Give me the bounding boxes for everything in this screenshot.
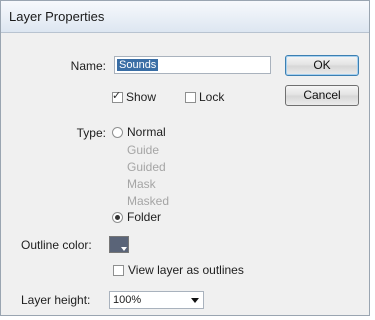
radio-normal[interactable] — [112, 127, 123, 138]
type-label: Type: — [76, 126, 106, 140]
lock-checkbox[interactable] — [185, 92, 196, 103]
chevron-down-icon — [191, 298, 199, 303]
type-option-mask: Mask — [127, 177, 156, 191]
dropdown-arrow-icon — [121, 247, 127, 251]
show-checkbox[interactable]: ✓ — [112, 90, 123, 103]
checkmark-icon: ✓ — [112, 90, 122, 102]
layer-height-value: 100% — [113, 294, 142, 306]
type-option-masked: Masked — [127, 194, 170, 208]
type-option-folder: Folder — [127, 210, 162, 224]
outline-color-swatch[interactable] — [109, 236, 129, 253]
layer-height-label: Layer height: — [21, 293, 91, 307]
outline-color-label: Outline color: — [21, 238, 92, 252]
dialog-title: Layer Properties — [9, 9, 105, 24]
lock-label: Lock — [199, 90, 225, 104]
view-outlines-checkbox[interactable] — [113, 265, 124, 276]
name-value: Sounds — [117, 59, 159, 71]
title-bar: Layer Properties — [1, 1, 369, 33]
type-option-normal: Normal — [127, 125, 166, 139]
layer-height-select[interactable]: 100% — [109, 291, 204, 309]
type-option-guided: Guided — [127, 160, 166, 174]
radio-selected-dot — [115, 215, 120, 220]
cancel-button[interactable]: Cancel — [285, 85, 359, 106]
layer-properties-dialog: Layer Properties Name: Sounds OK Cancel … — [0, 0, 370, 316]
view-outlines-label: View layer as outlines — [128, 263, 244, 277]
type-option-guide: Guide — [127, 143, 160, 157]
radio-folder[interactable] — [112, 212, 123, 223]
show-label: Show — [126, 90, 157, 104]
ok-button[interactable]: OK — [285, 55, 359, 76]
name-input[interactable]: Sounds — [114, 56, 271, 74]
name-label: Name: — [70, 59, 106, 73]
